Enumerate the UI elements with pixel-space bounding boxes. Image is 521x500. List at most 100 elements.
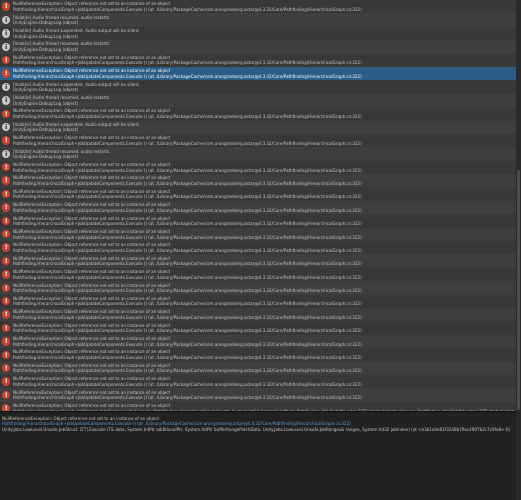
log-entry[interactable]: !NullReferenceException: Object referenc… — [0, 294, 516, 308]
info-icon: i — [2, 96, 11, 105]
log-message: [Volatile] Audio thread resumed, audio r… — [13, 148, 111, 154]
log-message: NullReferenceException: Object reference… — [13, 295, 171, 301]
log-stack-line: Pathfinding.HierarchicalGraph+JobUpdateC… — [13, 301, 362, 307]
log-stack-line: Pathfinding.HierarchicalGraph+JobUpdateC… — [13, 167, 362, 173]
log-stack-line: Pathfinding.HierarchicalGraph+JobUpdateC… — [13, 261, 362, 267]
log-stack-line: Pathfinding.HierarchicalGraph+JobUpdateC… — [13, 207, 362, 213]
log-message: [Volatile] Audio thread suspended. Audio… — [13, 121, 140, 127]
log-message: [Volatile] Audio thread suspended. Audio… — [13, 81, 140, 87]
vertical-scrollbar[interactable] — [516, 0, 521, 500]
stack-trace-message: NullReferenceException: Object reference… — [2, 416, 160, 421]
log-stack-line: UnityEngine.Debug:Log (object) — [13, 87, 79, 93]
log-stack-line: Pathfinding.HierarchicalGraph+JobUpdateC… — [13, 381, 362, 387]
error-icon: ! — [2, 283, 11, 292]
log-entry[interactable]: !NullReferenceException: Object referenc… — [0, 66, 516, 81]
log-message: [Volatile] Audio thread suspended. Audio… — [13, 28, 140, 34]
log-message: NullReferenceException: Object reference… — [13, 228, 171, 234]
log-entry[interactable]: !NullReferenceException: Object referenc… — [0, 307, 516, 322]
console-panel: ! NullReferenceException: Object referenc… — [0, 0, 516, 500]
scrollbar-thumb[interactable] — [517, 170, 520, 410]
log-message: NullReferenceException: Object reference… — [13, 215, 171, 221]
error-icon: ! — [2, 136, 11, 145]
log-entry[interactable]: i [Volatile] Audio thread resumed, audio … — [0, 93, 516, 108]
log-stack-line: UnityEngine.Debug:Log (object) — [13, 47, 79, 53]
error-icon: ! — [2, 230, 11, 239]
log-entry[interactable]: !NullReferenceException: Object referenc… — [0, 361, 516, 375]
log-stack-line: Pathfinding.HierarchicalGraph+JobUpdateC… — [13, 288, 362, 294]
log-entry[interactable]: !NullReferenceException: Object referenc… — [0, 348, 516, 362]
error-icon: ! — [2, 163, 11, 172]
log-stack-line: Pathfinding.HierarchicalGraph+JobUpdateC… — [13, 60, 362, 66]
log-stack-line: UnityEngine.Debug:Log (object) — [13, 20, 79, 26]
log-message: NullReferenceException: Object reference… — [13, 54, 171, 60]
log-entry[interactable]: i [Volatile] Audio thread resumed, audio … — [0, 147, 516, 161]
log-entry[interactable]: !NullReferenceException: Object referenc… — [0, 160, 516, 175]
error-icon: ! — [2, 323, 11, 333]
log-entry[interactable]: !NullReferenceException: Object referenc… — [0, 254, 516, 268]
log-message: NullReferenceException: Object reference… — [13, 108, 171, 114]
error-icon: ! — [2, 203, 11, 212]
log-message: NullReferenceException: Object reference… — [13, 322, 171, 328]
log-entry[interactable]: !NullReferenceException: Object referenc… — [0, 388, 516, 402]
error-icon: ! — [2, 69, 11, 78]
log-stack-line: Pathfinding.HierarchicalGraph+JobUpdateC… — [13, 368, 362, 374]
log-stack-line: Pathfinding.HierarchicalGraph+JobUpdateC… — [13, 247, 362, 253]
log-stack-line: Pathfinding.HierarchicalGraph+JobUpdateC… — [13, 6, 362, 12]
log-stack-line: Pathfinding.HierarchicalGraph+JobUpdateC… — [13, 355, 362, 361]
log-entry[interactable]: !NullReferenceException: Object referenc… — [0, 53, 516, 67]
error-icon: ! — [2, 176, 11, 185]
log-entry[interactable]: i [Volatile] Audio thread suspended. Audi… — [0, 80, 516, 94]
log-stack-line: Pathfinding.HierarchicalGraph+JobUpdateC… — [13, 140, 362, 146]
log-message: NullReferenceException: Object reference… — [13, 242, 171, 248]
log-message: NullReferenceException: Object reference… — [13, 349, 171, 355]
log-entry[interactable]: i [Volatile] Audio thread suspended. Audi… — [0, 26, 516, 41]
info-icon: i — [2, 29, 11, 38]
log-entry[interactable]: !NullReferenceException: Object referenc… — [0, 214, 516, 228]
log-entry[interactable]: i [Volatile] Audio thread suspended. Audi… — [0, 120, 516, 134]
log-message: NullReferenceException: Object reference… — [13, 282, 171, 288]
log-entry[interactable]: !NullReferenceException: Object referenc… — [0, 374, 516, 389]
log-stack-line: UnityEngine.Debug:Log (object) — [13, 33, 79, 39]
log-entry[interactable]: !NullReferenceException: Object referenc… — [0, 267, 516, 282]
log-message: NullReferenceException: Object reference… — [13, 376, 171, 382]
log-entry[interactable]: !NullReferenceException: Object referenc… — [0, 281, 516, 295]
log-entry[interactable]: !NullReferenceException: Object referenc… — [0, 200, 516, 215]
log-entry[interactable]: !NullReferenceException: Object referenc… — [0, 227, 516, 242]
log-message: NullReferenceException: Object reference… — [13, 135, 171, 141]
log-message: NullReferenceException: Object reference… — [13, 175, 171, 181]
log-stack-line: Pathfinding.HierarchicalGraph+JobUpdateC… — [13, 73, 362, 79]
log-entry[interactable]: !NullReferenceException: Object referenc… — [0, 133, 516, 148]
log-stack-line: Pathfinding.HierarchicalGraph+JobUpdateC… — [13, 234, 362, 240]
error-icon: ! — [2, 55, 11, 65]
stack-trace-link[interactable]: Pathfinding.HierarchicalGraph+JobUpdateC… — [2, 421, 514, 426]
log-entry[interactable]: !NullReferenceException: Object referenc… — [0, 0, 516, 14]
info-icon: i — [2, 82, 11, 92]
log-message: NullReferenceException: Object reference… — [13, 336, 171, 342]
log-stack-line: Pathfinding.HierarchicalGraph+JobUpdateC… — [13, 274, 362, 280]
info-icon: i — [2, 122, 11, 132]
log-stack-line: Pathfinding.HierarchicalGraph+JobUpdateC… — [13, 341, 362, 347]
error-icon: ! — [2, 2, 11, 11]
log-entry[interactable]: !NullReferenceException: Object referenc… — [0, 174, 516, 188]
log-stack-line: Pathfinding.HierarchicalGraph+JobUpdateC… — [13, 114, 362, 120]
log-entry[interactable]: i [Volatile] Audio thread resumed, audio … — [0, 40, 516, 54]
log-entry[interactable]: i [Volatile] Audio thread resumed, audio … — [0, 13, 516, 27]
log-stack-line: Pathfinding.HierarchicalGraph+JobUpdateC… — [13, 180, 362, 186]
log-entry[interactable]: !NullReferenceException: Object referenc… — [0, 321, 516, 335]
log-message: [Volatile] Audio thread resumed, audio r… — [13, 95, 111, 101]
log-entry[interactable]: !NullReferenceException: Object referenc… — [0, 334, 516, 349]
error-icon: ! — [2, 296, 11, 306]
log-entry[interactable]: !NullReferenceException: Object referenc… — [0, 187, 516, 201]
log-entry[interactable]: !NullReferenceException: Object referenc… — [0, 107, 516, 121]
log-entry[interactable]: !NullReferenceException: Object referenc… — [0, 241, 516, 255]
log-message: NullReferenceException: Object reference… — [13, 202, 171, 208]
error-icon: ! — [2, 243, 11, 252]
log-message: NullReferenceException: Object reference… — [13, 161, 171, 167]
log-message: NullReferenceException: Object reference… — [13, 68, 171, 74]
info-icon: i — [2, 42, 11, 51]
error-icon: ! — [2, 189, 11, 199]
log-stack-line: UnityEngine.Debug:Log (object) — [13, 100, 79, 106]
log-message: NullReferenceException: Object reference… — [13, 269, 171, 275]
log-message: NullReferenceException: Object reference… — [13, 309, 171, 315]
error-icon: ! — [2, 363, 11, 373]
